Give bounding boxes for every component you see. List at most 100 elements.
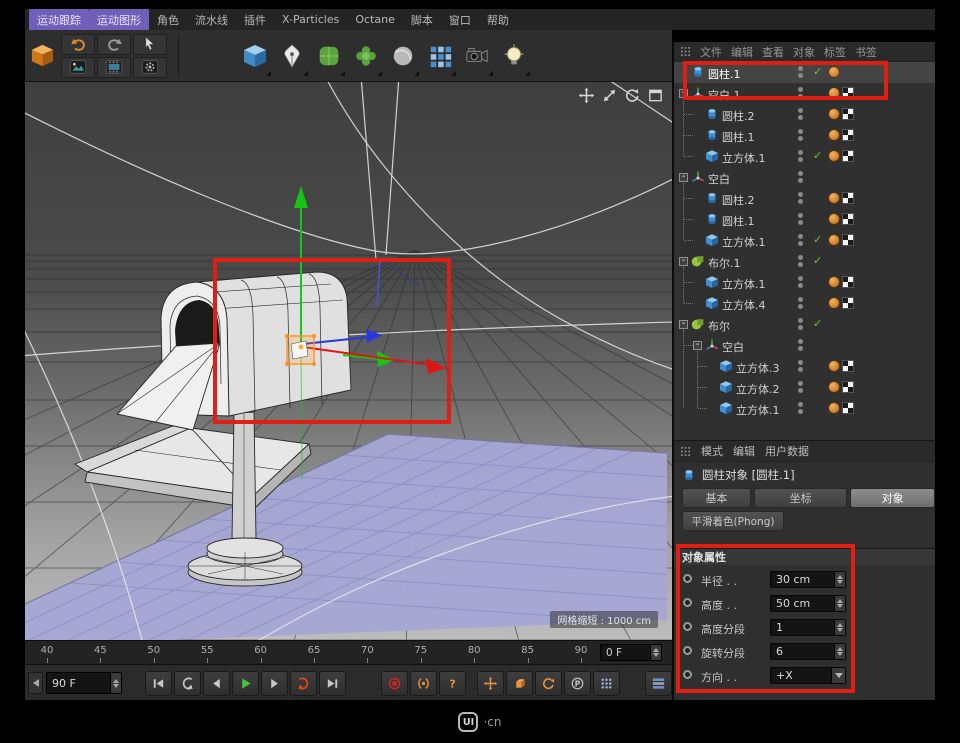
- menu-item-流水线[interactable]: 流水线: [187, 9, 236, 31]
- orange-material-tag-icon[interactable]: [828, 381, 840, 393]
- expander-icon[interactable]: -: [693, 341, 702, 350]
- menu-item-Octane[interactable]: Octane: [347, 10, 403, 29]
- viewport-pan-button[interactable]: [578, 87, 596, 105]
- checker-material-tag-icon[interactable]: [842, 297, 854, 309]
- menu-item-插件[interactable]: 插件: [236, 9, 274, 31]
- tab-基本[interactable]: 基本: [682, 488, 751, 508]
- property-field[interactable]: 30 cm: [770, 571, 846, 588]
- visibility-dots[interactable]: [798, 87, 803, 99]
- tree-item[interactable]: 立方体.3: [674, 356, 935, 377]
- volume-button[interactable]: [384, 33, 421, 78]
- om-menu-文件[interactable]: 文件: [700, 44, 722, 60]
- enabled-check-icon[interactable]: ✓: [813, 254, 822, 267]
- expander-icon[interactable]: -: [679, 89, 688, 98]
- orange-material-tag-icon[interactable]: [828, 66, 840, 78]
- visibility-dots[interactable]: [798, 192, 803, 204]
- expander-icon[interactable]: -: [679, 257, 688, 266]
- checker-material-tag-icon[interactable]: [842, 129, 854, 141]
- checker-material-tag-icon[interactable]: [842, 108, 854, 120]
- visibility-dots[interactable]: [798, 255, 803, 267]
- goto-end-button[interactable]: [319, 671, 346, 696]
- tab-坐标[interactable]: 坐标: [754, 488, 847, 508]
- tree-item[interactable]: 立方体.4: [674, 293, 935, 314]
- om-menu-标签[interactable]: 标签: [824, 44, 846, 60]
- key-pla-button[interactable]: [593, 671, 620, 696]
- render-pv-button[interactable]: [97, 57, 131, 78]
- menu-item-角色[interactable]: 角色: [149, 9, 187, 31]
- om-menu-书签[interactable]: 书签: [855, 44, 877, 60]
- viewport-zoom-button[interactable]: [601, 87, 619, 105]
- tree-item[interactable]: 立方体.1: [674, 398, 935, 419]
- render-view-button[interactable]: [61, 57, 95, 78]
- frame-spinner-buttons[interactable]: [110, 673, 121, 693]
- tree-item[interactable]: 立方体.1✓: [674, 230, 935, 251]
- visibility-dots[interactable]: [798, 318, 803, 330]
- tree-item[interactable]: 圆柱.1: [674, 209, 935, 230]
- expander-icon[interactable]: -: [679, 173, 688, 182]
- record-button[interactable]: [381, 671, 408, 696]
- visibility-dots[interactable]: [798, 360, 803, 372]
- next-frame-button[interactable]: [261, 671, 288, 696]
- am-menu-模式[interactable]: 模式: [701, 443, 723, 459]
- menu-item-帮助[interactable]: 帮助: [479, 9, 517, 31]
- tree-item[interactable]: -空白: [674, 167, 935, 188]
- key-rotation-button[interactable]: [535, 671, 562, 696]
- timeline-range-field[interactable]: 0 F: [600, 644, 662, 661]
- keyframe-ring-icon[interactable]: [683, 598, 692, 607]
- visibility-dots[interactable]: [798, 339, 803, 351]
- viewport-maximize-button[interactable]: [647, 87, 665, 105]
- enabled-check-icon[interactable]: ✓: [813, 233, 822, 246]
- prev-frame-button[interactable]: [203, 671, 230, 696]
- spinner-buttons[interactable]: [834, 572, 845, 587]
- tree-item[interactable]: 立方体.1✓: [674, 146, 935, 167]
- menu-item-X-Particles[interactable]: X-Particles: [274, 10, 347, 29]
- checker-material-tag-icon[interactable]: [842, 234, 854, 246]
- am-menu-用户数据[interactable]: 用户数据: [765, 443, 809, 459]
- visibility-dots[interactable]: [798, 66, 803, 78]
- light-button[interactable]: [495, 33, 532, 78]
- tree-item[interactable]: 立方体.2: [674, 377, 935, 398]
- visibility-dots[interactable]: [798, 402, 803, 414]
- autokey-button[interactable]: [410, 671, 437, 696]
- deformer-button[interactable]: [347, 33, 384, 78]
- checker-material-tag-icon[interactable]: [842, 150, 854, 162]
- checker-material-tag-icon[interactable]: [842, 381, 854, 393]
- menu-item-窗口[interactable]: 窗口: [441, 9, 479, 31]
- menu-item-脚本[interactable]: 脚本: [403, 9, 441, 31]
- orange-material-tag-icon[interactable]: [828, 213, 840, 225]
- om-menu-对象[interactable]: 对象: [793, 44, 815, 60]
- property-field[interactable]: +X: [770, 667, 846, 684]
- tree-item[interactable]: 圆柱.2: [674, 104, 935, 125]
- tree-item[interactable]: -空白: [674, 335, 935, 356]
- property-field[interactable]: 1: [770, 619, 846, 636]
- prev-key-button[interactable]: [174, 671, 201, 696]
- orange-material-tag-icon[interactable]: [828, 150, 840, 162]
- menu-item-运动图形[interactable]: 运动图形: [89, 9, 149, 31]
- checker-material-tag-icon[interactable]: [842, 87, 854, 99]
- keying-sel-button[interactable]: [645, 671, 672, 696]
- tree-item[interactable]: 圆柱.1✓: [674, 62, 935, 83]
- spinner-buttons[interactable]: [834, 644, 845, 659]
- orange-material-tag-icon[interactable]: [828, 276, 840, 288]
- timeline-nav-button[interactable]: [28, 672, 43, 694]
- timeline-ruler[interactable]: 0 F 4045505560657075808590: [25, 640, 672, 664]
- render-settings-button[interactable]: [133, 57, 167, 78]
- spline-pen-button[interactable]: [273, 33, 310, 78]
- live-selection-button[interactable]: [133, 34, 167, 55]
- orange-material-tag-icon[interactable]: [828, 402, 840, 414]
- help-button[interactable]: ?: [439, 671, 466, 696]
- enabled-check-icon[interactable]: ✓: [813, 317, 822, 330]
- tree-item[interactable]: 立方体.1: [674, 272, 935, 293]
- key-position-button[interactable]: [477, 671, 504, 696]
- expander-icon[interactable]: -: [679, 320, 688, 329]
- key-parameter-button[interactable]: P: [564, 671, 591, 696]
- enabled-check-icon[interactable]: ✓: [813, 149, 822, 162]
- tab-平滑着色(Phong)[interactable]: 平滑着色(Phong): [682, 511, 784, 531]
- current-frame-field[interactable]: 90 F: [46, 672, 122, 694]
- next-key-button[interactable]: [290, 671, 317, 696]
- tree-item[interactable]: 圆柱.1: [674, 125, 935, 146]
- keyframe-ring-icon[interactable]: [683, 574, 692, 583]
- spinner-buttons[interactable]: [834, 620, 845, 635]
- enabled-check-icon[interactable]: ✓: [813, 65, 822, 78]
- om-menu-查看[interactable]: 查看: [762, 44, 784, 60]
